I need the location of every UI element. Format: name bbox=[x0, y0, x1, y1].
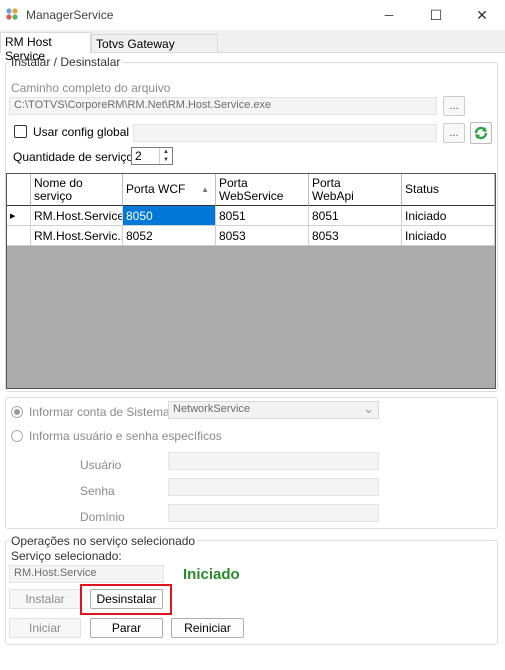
app-gears-icon bbox=[6, 8, 18, 20]
ellipsis-icon: ... bbox=[449, 127, 459, 139]
radio-selected-dot bbox=[14, 409, 20, 415]
system-account-label: Informar conta de Sistema bbox=[29, 405, 170, 419]
close-icon: ✕ bbox=[476, 6, 488, 23]
column-header-webservice-label: Porta WebService bbox=[219, 175, 284, 203]
browse-global-button[interactable]: ... bbox=[443, 123, 465, 143]
selected-service-label: Serviço selecionado: bbox=[11, 549, 122, 563]
window-title: ManagerService bbox=[26, 8, 114, 22]
minimize-button[interactable]: ─ bbox=[366, 0, 412, 30]
selected-service-field: RM.Host.Service bbox=[9, 565, 164, 583]
quantity-stepper[interactable]: 2 ▲ ▼ bbox=[131, 147, 173, 165]
close-button[interactable]: ✕ bbox=[459, 0, 505, 30]
global-config-field[interactable] bbox=[133, 124, 437, 142]
use-global-label: Usar config global bbox=[33, 125, 130, 139]
path-field[interactable]: C:\TOTVS\CorporeRM\RM.Net\RM.Host.Servic… bbox=[9, 97, 437, 115]
row-header[interactable] bbox=[7, 226, 31, 246]
domain-field[interactable] bbox=[168, 504, 379, 522]
spin-up-button[interactable]: ▲ bbox=[160, 148, 172, 156]
column-header-name[interactable]: Nome do serviço bbox=[31, 174, 123, 206]
refresh-icon bbox=[474, 126, 488, 140]
stop-button[interactable]: Parar bbox=[90, 618, 163, 638]
spin-buttons: ▲ ▼ bbox=[159, 148, 172, 164]
start-button[interactable]: Iniciar bbox=[9, 618, 81, 638]
install-button[interactable]: Instalar bbox=[9, 589, 81, 609]
table-cell-selected[interactable]: 8050 bbox=[123, 206, 216, 226]
browse-path-button[interactable]: ... bbox=[443, 96, 465, 116]
tab-totvs-gateway-manager[interactable]: Totvs Gateway Manager bbox=[91, 34, 218, 65]
spin-down-icon: ▼ bbox=[163, 157, 169, 163]
row-pointer-icon: ▶ bbox=[10, 212, 16, 220]
system-account-radio[interactable] bbox=[11, 406, 23, 418]
spin-down-button[interactable]: ▼ bbox=[160, 156, 172, 164]
restart-button[interactable]: Reiniciar bbox=[171, 618, 244, 638]
maximize-icon: ☐ bbox=[429, 6, 443, 23]
system-account-value: NetworkService bbox=[173, 403, 251, 415]
table-cell[interactable]: RM.Host.Service bbox=[31, 206, 123, 226]
path-label: Caminho completo do arquivo bbox=[11, 81, 171, 95]
domain-label: Domínio bbox=[80, 510, 125, 524]
quantity-value: 2 bbox=[135, 149, 142, 163]
grid-corner-header bbox=[7, 174, 31, 206]
column-header-webservice[interactable]: Porta WebService bbox=[216, 174, 309, 206]
maximize-button[interactable]: ☐ bbox=[413, 0, 459, 30]
chevron-down-icon: ⌄ bbox=[363, 401, 374, 416]
table-cell[interactable]: 8053 bbox=[216, 226, 309, 246]
specific-user-label: Informa usuário e senha específicos bbox=[29, 429, 222, 443]
column-header-status-label: Status bbox=[405, 182, 440, 196]
password-label: Senha bbox=[80, 484, 115, 498]
row-header-current[interactable]: ▶ bbox=[7, 206, 31, 226]
table-cell[interactable]: 8051 bbox=[216, 206, 309, 226]
refresh-button[interactable] bbox=[470, 122, 492, 144]
column-header-wcf[interactable]: Porta WCF ▲ bbox=[123, 174, 216, 206]
table-cell[interactable]: Iniciado bbox=[402, 206, 495, 226]
table-cell[interactable]: 8052 bbox=[123, 226, 216, 246]
column-header-wcf-label: Porta WCF bbox=[126, 182, 186, 196]
column-header-name-label: Nome do serviço bbox=[34, 175, 83, 203]
uninstall-button[interactable]: Desinstalar bbox=[90, 589, 163, 609]
system-account-combo[interactable]: NetworkService ⌄ bbox=[168, 401, 379, 419]
user-label: Usuário bbox=[80, 458, 122, 472]
tab-rm-host-service[interactable]: RM Host Service bbox=[0, 32, 91, 63]
table-cell[interactable]: 8053 bbox=[309, 226, 402, 246]
ellipsis-icon: ... bbox=[449, 100, 459, 112]
minimize-icon: ─ bbox=[384, 8, 394, 22]
service-status-text: Iniciado bbox=[183, 566, 240, 583]
spin-up-icon: ▲ bbox=[163, 149, 169, 155]
specific-user-radio[interactable] bbox=[11, 430, 23, 442]
user-field[interactable] bbox=[168, 452, 379, 470]
sort-ascending-icon: ▲ bbox=[201, 185, 209, 194]
password-field[interactable] bbox=[168, 478, 379, 496]
table-cell[interactable]: RM.Host.Servic... bbox=[31, 226, 123, 246]
table-cell[interactable]: 8051 bbox=[309, 206, 402, 226]
services-grid[interactable]: Nome do serviço Porta WCF ▲ Porta WebServ… bbox=[6, 173, 496, 389]
use-global-checkbox[interactable] bbox=[14, 125, 27, 138]
column-header-webapi[interactable]: Porta WebApi bbox=[309, 174, 402, 206]
table-cell[interactable]: Iniciado bbox=[402, 226, 495, 246]
quantity-label: Quantidade de serviços bbox=[13, 150, 140, 164]
column-header-webapi-label: Porta WebApi bbox=[312, 175, 354, 203]
operations-group-legend: Operações no serviço selecionado bbox=[9, 534, 198, 548]
column-header-status[interactable]: Status bbox=[402, 174, 495, 206]
